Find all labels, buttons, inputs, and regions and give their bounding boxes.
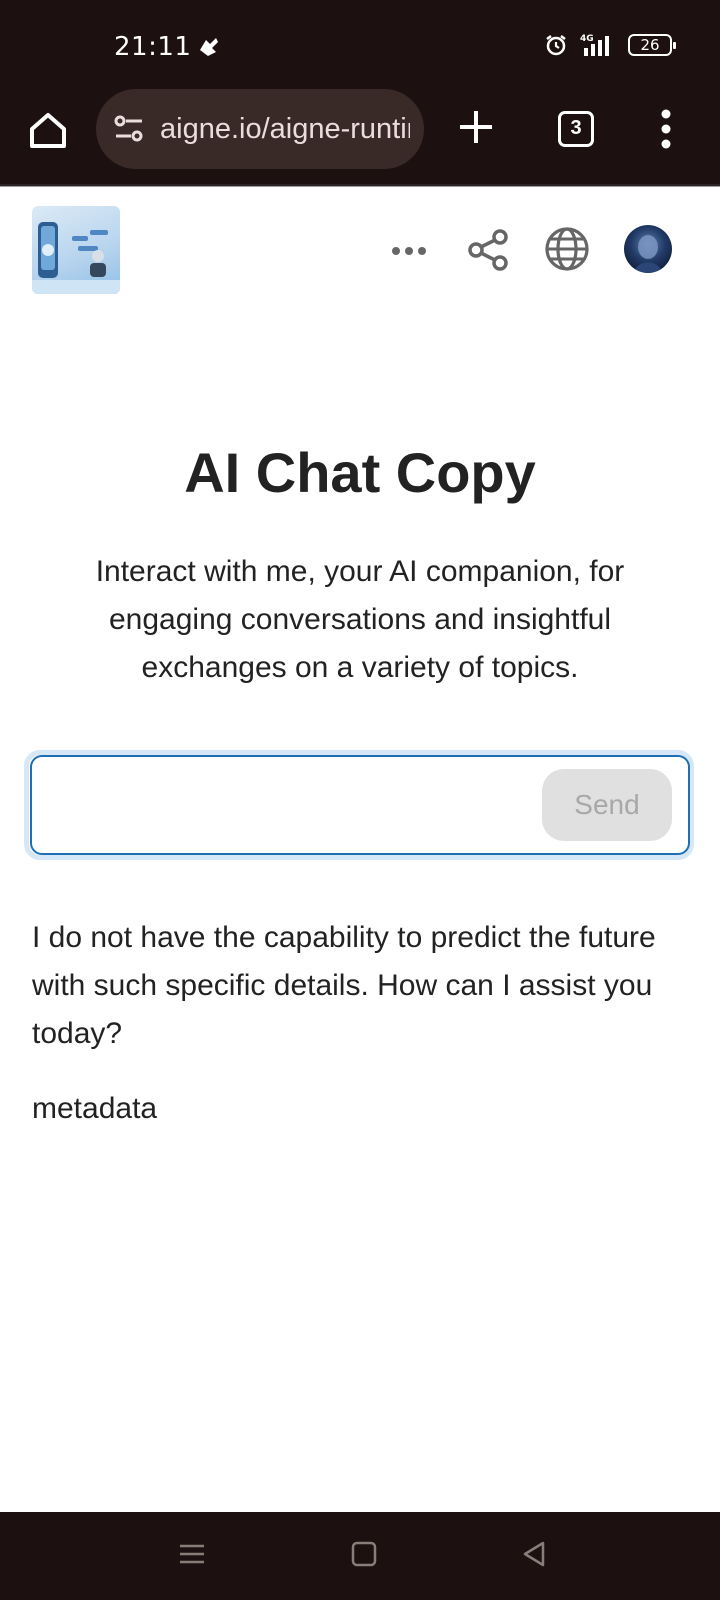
toolbar-divider (0, 184, 720, 187)
chat-input-box[interactable]: Send (30, 755, 690, 855)
battery-indicator: 26 (628, 34, 676, 56)
svg-text:4G: 4G (580, 34, 594, 44)
address-bar[interactable]: aigne.io/aigne-runtime (96, 89, 424, 169)
metadata-label[interactable]: metadata (32, 1092, 157, 1126)
status-indicators: 4G 26 (544, 32, 676, 58)
more-horiz-icon[interactable] (390, 232, 428, 270)
home-icon[interactable] (26, 108, 70, 152)
signal-4g-icon: 4G (580, 34, 609, 56)
page-subtitle: Interact with me, your AI companion, for… (95, 555, 625, 684)
plus-icon[interactable] (456, 107, 496, 147)
share-icon[interactable] (466, 228, 510, 272)
app-logo[interactable] (32, 206, 120, 294)
status-time: 21:11 (114, 32, 192, 62)
send-button[interactable]: Send (542, 769, 672, 841)
status-bar: 21:11 4G 26 (0, 0, 720, 88)
recent-apps-icon[interactable] (178, 1540, 206, 1568)
assistant-reply: I do not have the capability to predict … (32, 921, 656, 1050)
browser-toolbar: aigne.io/aigne-runtime 3 (0, 88, 720, 186)
tab-switcher-button[interactable]: 3 (558, 111, 594, 147)
alarm-icon (546, 35, 566, 56)
avatar[interactable] (624, 225, 672, 273)
site-settings-icon[interactable] (112, 112, 146, 146)
page-title: AI Chat Copy (184, 441, 536, 504)
more-vert-icon[interactable] (660, 109, 672, 149)
url-text[interactable]: aigne.io/aigne-runtime (160, 113, 410, 146)
system-nav-bar (0, 1512, 720, 1600)
back-icon[interactable] (520, 1540, 548, 1568)
globe-icon[interactable] (544, 226, 590, 272)
home-nav-icon[interactable] (350, 1540, 378, 1568)
chat-input[interactable] (52, 777, 532, 833)
app-notification-icon (200, 38, 218, 56)
